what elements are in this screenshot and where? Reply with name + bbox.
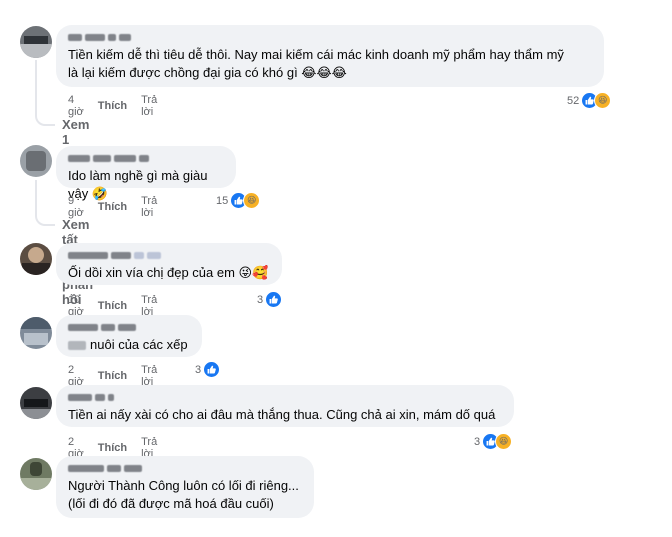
avatar[interactable]: [20, 243, 52, 275]
comment-bubble: Ido làm nghề gì mà giàu vậy 🤣: [56, 146, 236, 201]
author-name-redacted[interactable]: [68, 322, 190, 332]
haha-icon: 😆: [495, 433, 513, 450]
like-button[interactable]: Thích: [98, 100, 127, 112]
comment-actions: 4 giờ Thích Trả lời: [68, 94, 171, 118]
avatar[interactable]: [20, 458, 52, 490]
comment-bubble: Tiền kiếm dễ thì tiêu dễ thôi. Nay mai k…: [56, 25, 604, 87]
author-name-redacted[interactable]: [68, 153, 224, 163]
author-name-redacted[interactable]: [68, 463, 302, 473]
comment-time[interactable]: 9 giờ: [68, 195, 84, 219]
haha-icon: 😆: [594, 92, 612, 109]
avatar[interactable]: [20, 26, 52, 58]
comment-time[interactable]: 4 giờ: [68, 94, 84, 118]
like-icon: [265, 291, 283, 308]
like-button[interactable]: Thích: [98, 442, 127, 454]
comment-text: Người Thành Công luôn có lối đi riêng...…: [68, 478, 299, 511]
comment-text-suffix: nuôi của các xếp: [90, 337, 188, 352]
comment-bubble: Người Thành Công luôn có lối đi riêng...…: [56, 456, 314, 518]
comment-text: nuôi của các xếp: [68, 336, 190, 354]
reaction-count: 52: [567, 94, 580, 107]
comment-bubble: Ối dồi xin vía chị đẹp của em 😜🥰: [56, 243, 282, 285]
reaction-count: 3: [474, 435, 481, 448]
author-name-redacted[interactable]: [68, 392, 502, 402]
comment-actions: 9 giờ Thích Trả lời: [68, 195, 171, 219]
reaction-summary[interactable]: 3: [257, 291, 283, 308]
author-name-redacted[interactable]: [68, 250, 270, 260]
reaction-summary[interactable]: 15 😆: [216, 192, 261, 209]
avatar[interactable]: [20, 387, 52, 419]
like-button[interactable]: Thích: [98, 201, 127, 213]
reply-button[interactable]: Trả lời: [141, 195, 157, 219]
like-button[interactable]: Thích: [98, 300, 127, 312]
comment-bubble: Tiền ai nấy xài có cho ai đâu mà thắng t…: [56, 385, 514, 427]
reaction-summary[interactable]: 3: [195, 361, 221, 378]
haha-icon: 😆: [243, 192, 261, 209]
avatar[interactable]: [20, 317, 52, 349]
reaction-summary[interactable]: 52 😆: [567, 92, 612, 109]
like-button[interactable]: Thích: [98, 370, 127, 382]
comment-text: Tiền kiếm dễ thì tiêu dễ thôi. Nay mai k…: [68, 47, 564, 80]
comment-text: Tiền ai nấy xài có cho ai đâu mà thắng t…: [68, 407, 496, 422]
comment-bubble: nuôi của các xếp: [56, 315, 202, 357]
redacted-word: [68, 341, 86, 351]
reaction-summary[interactable]: 3 😆: [474, 433, 513, 450]
avatar[interactable]: [20, 145, 52, 177]
thread-connector: [35, 60, 55, 126]
reply-button[interactable]: Trả lời: [141, 94, 157, 118]
author-name-redacted[interactable]: [68, 32, 592, 42]
comment-text: Ối dồi xin vía chị đẹp của em 😜🥰: [68, 265, 269, 280]
like-icon: [203, 361, 221, 378]
thread-connector: [35, 180, 55, 226]
reaction-count: 3: [195, 363, 202, 376]
reaction-count: 3: [257, 293, 264, 306]
reaction-count: 15: [216, 194, 229, 207]
